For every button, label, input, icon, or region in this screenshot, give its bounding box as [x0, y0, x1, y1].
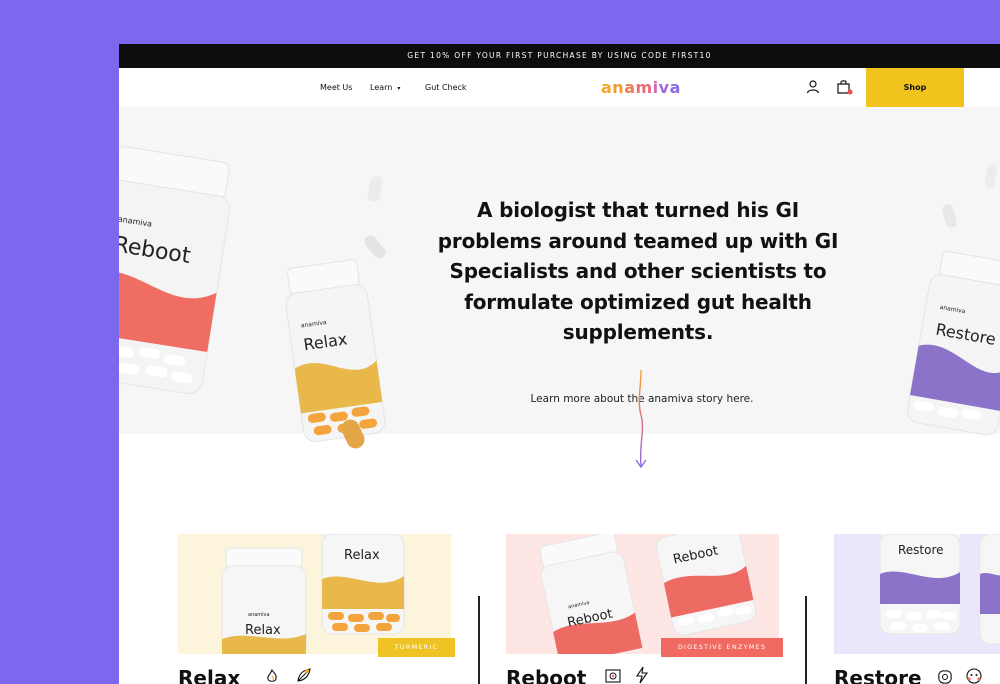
chevron-down-icon: ▾ [397, 85, 401, 92]
nav-learn-label: Learn [370, 83, 393, 92]
logo-letter: m [635, 78, 653, 97]
scroll-down-arrow[interactable] [631, 370, 651, 470]
logo-letter: n [612, 78, 625, 97]
nav-gut-check-label: Gut Check [425, 83, 467, 92]
bottle-relax-label: Relax [245, 623, 281, 638]
user-icon[interactable] [805, 79, 821, 95]
product-name-restore[interactable]: Restore [834, 666, 922, 684]
face-icon [966, 668, 982, 684]
product-name-reboot[interactable]: Reboot [506, 666, 586, 684]
logo-letter: v [658, 78, 670, 97]
bottle-brand-label: anamiva [248, 612, 270, 618]
hero-heading: A biologist that turned his GI problems … [437, 198, 839, 344]
bolt-icon [635, 666, 649, 684]
promo-banner: GET 10% OFF YOUR FIRST PURCHASE BY USING… [119, 44, 1000, 68]
nav-learn[interactable]: Learn ▾ [370, 68, 400, 108]
product-divider [805, 596, 807, 684]
browser-window: GET 10% OFF YOUR FIRST PURCHASE BY USING… [119, 44, 1000, 684]
product-tag-relax: TURMERIC [378, 638, 455, 657]
product-tag-reboot: DIGESTIVE ENZYMES [661, 638, 783, 657]
cart-icon[interactable] [836, 79, 853, 95]
nav-meet-us[interactable]: Meet Us [320, 68, 352, 107]
product-divider [478, 596, 480, 684]
product-image-restore[interactable]: Restore [834, 534, 1000, 654]
shop-button[interactable]: Shop [866, 68, 964, 107]
logo-letter: a [624, 78, 636, 97]
logo-letter: a [601, 78, 613, 97]
promo-text: GET 10% OFF YOUR FIRST PURCHASE BY USING… [407, 51, 712, 60]
hero-bottles-left: anamiva Reboot anamiva Relax [119, 146, 386, 449]
scan-icon [605, 669, 621, 683]
nav-gut-check[interactable]: Gut Check [425, 68, 467, 107]
product-name-relax[interactable]: Relax [178, 666, 240, 684]
top-nav: Meet Us Learn ▾ Gut Check anamiva Shop [119, 68, 1000, 107]
leaf-icon [297, 668, 311, 682]
logo-letter: a [669, 78, 681, 97]
brain-icon [938, 670, 952, 684]
nav-meet-us-label: Meet Us [320, 83, 353, 92]
bottle-relax-label: Relax [344, 548, 380, 563]
product-image-reboot[interactable]: anamiva Reboot Reboot [506, 534, 779, 654]
hero-bottle-right: anamiva Restore [906, 164, 1000, 436]
brand-logo[interactable]: anamiva [601, 78, 681, 97]
product-image-relax[interactable]: anamiva Relax Relax [178, 534, 451, 654]
flame-icon [267, 668, 277, 682]
bottle-restore-label: Restore [898, 543, 944, 557]
